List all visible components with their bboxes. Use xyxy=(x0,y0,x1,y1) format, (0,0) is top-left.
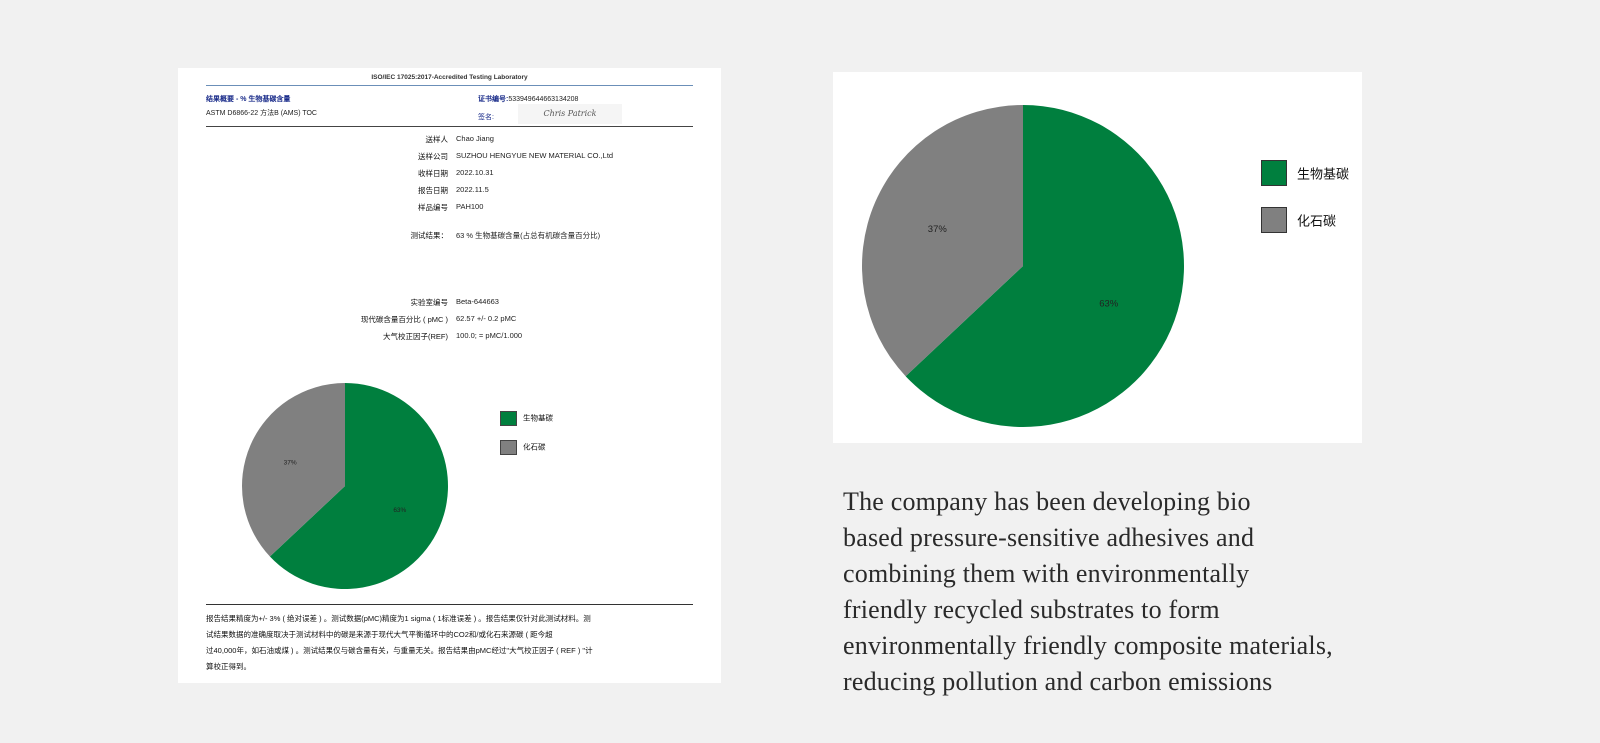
field-label: 送样公司 xyxy=(418,152,448,161)
field-row-lab-id: 实验室编号 Beta-644663 xyxy=(206,297,696,311)
field-row-pmc: 现代碳含量百分比 ( pMC ) 62.57 +/- 0.2 pMC xyxy=(206,314,696,328)
pie-data-label: 63% xyxy=(1099,298,1119,309)
field-row-report-date: 报告日期 2022.11.5 xyxy=(206,185,696,199)
field-value: 2022.10.31 xyxy=(456,168,494,177)
legend-item-bio: 生物基碳 xyxy=(500,411,553,433)
caption-line: The company has been developing bio xyxy=(843,487,1251,516)
note-line: 试结果数据的准确度取决于测试材料中的碳是来源于现代大气平衡循环中的CO2和/或化… xyxy=(206,630,553,639)
legend-swatch-bio xyxy=(1261,160,1287,186)
signature-label: 签名: xyxy=(478,114,494,121)
field-value: 100.0; = pMC/1.000 xyxy=(456,331,523,340)
legend-label: 化石碳 xyxy=(523,442,546,452)
field-value: Chao Jiang xyxy=(456,134,494,143)
section-divider xyxy=(206,126,693,127)
field-label: 大气校正因子(REF) xyxy=(383,332,448,341)
legend-label: 化石碳 xyxy=(1297,213,1337,229)
legend-swatch-fossil xyxy=(500,440,517,455)
caption-line: friendly recycled substrates to form xyxy=(843,595,1220,624)
caption-line: reducing pollution and carbon emissions xyxy=(843,667,1273,696)
pie-data-label: 37% xyxy=(928,224,948,235)
field-value: PAH100 xyxy=(456,202,484,211)
field-row-ref: 大气校正因子(REF) 100.0; = pMC/1.000 xyxy=(206,331,696,345)
field-label: 收样日期 xyxy=(418,169,448,178)
field-label: 报告日期 xyxy=(418,186,448,195)
note-line: 过40,000年，如石油或煤 ) 。测试结果仅与碳含量有关，与重量无关。报告结果… xyxy=(206,646,593,655)
field-label: 测试结果： xyxy=(410,231,449,240)
pie-chart-card: 63% 37% 生物基碳 化石碳 xyxy=(833,72,1362,443)
field-row-received-date: 收样日期 2022.10.31 xyxy=(206,168,696,182)
small-pie-legend: 生物基碳 化石碳 xyxy=(500,411,553,462)
note-line: 报告结果精度为+/- 3% ( 绝对误差 ) 。测试数据(pMC)精度为1 si… xyxy=(206,614,591,623)
field-label: 实验室编号 xyxy=(410,298,449,307)
note-line: 算校正得到。 xyxy=(206,662,251,671)
field-value: 2022.11.5 xyxy=(456,185,489,194)
field-row-sender: 送样人 Chao Jiang xyxy=(206,134,696,148)
large-pie-chart: 63% 37% xyxy=(862,105,1184,427)
caption-line: combining them with environmentally xyxy=(843,559,1250,588)
caption-line: environmentally friendly composite mater… xyxy=(843,631,1333,660)
signature-image: Chris Patrick xyxy=(518,104,622,124)
legend-item-bio: 生物基碳 xyxy=(1261,160,1349,188)
large-pie-legend: 生物基碳 化石碳 xyxy=(1261,160,1349,254)
legend-item-fossil: 化石碳 xyxy=(1261,207,1349,235)
test-report-document: ISO/IEC 17025:2017-Accredited Testing La… xyxy=(178,68,721,683)
pie-data-label: 37% xyxy=(284,459,297,466)
field-value: 62.57 +/- 0.2 pMC xyxy=(456,314,517,323)
report-notes: 报告结果精度为+/- 3% ( 绝对误差 ) 。测试数据(pMC)精度为1 si… xyxy=(206,611,693,675)
field-value: Beta-644663 xyxy=(456,297,499,306)
caption-line: based pressure-sensitive adhesives and xyxy=(843,523,1255,552)
field-value: SUZHOU HENGYUE NEW MATERIAL CO.,Ltd xyxy=(456,151,614,160)
certificate-value: 533949644663134208 xyxy=(508,96,579,103)
field-label: 现代碳含量百分比 ( pMC ) xyxy=(360,315,448,324)
header-divider xyxy=(206,85,693,86)
field-row-test-result: 测试结果： 63 % 生物基碳含量(占总有机碳含量百分比) xyxy=(206,230,696,244)
pie-data-label: 63% xyxy=(393,507,406,514)
small-pie-chart: 63% 37% xyxy=(242,383,448,589)
footer-divider xyxy=(206,604,693,605)
field-value: 63 % 生物基碳含量(占总有机碳含量百分比) xyxy=(456,231,601,240)
legend-item-fossil: 化石碳 xyxy=(500,440,553,462)
legend-label: 生物基碳 xyxy=(1297,166,1350,182)
field-row-company: 送样公司 SUZHOU HENGYUE NEW MATERIAL CO.,Ltd xyxy=(206,151,696,165)
field-row-sample-id: 样品编号 PAH100 xyxy=(206,202,696,216)
certificate-number: 证书编号:533949644663134208 xyxy=(478,94,578,104)
result-summary-title: 结果概要 - % 生物基碳含量 xyxy=(206,96,291,103)
field-label: 送样人 xyxy=(425,135,449,144)
legend-label: 生物基碳 xyxy=(523,413,553,423)
test-method: ASTM D6866-22 方法B (AMS) TOC xyxy=(206,110,317,117)
legend-swatch-fossil xyxy=(1261,207,1287,233)
company-description: The company has been developing bio base… xyxy=(843,484,1443,700)
legend-swatch-bio xyxy=(500,411,517,426)
field-label: 样品编号 xyxy=(418,203,448,212)
certificate-label: 证书编号: xyxy=(478,96,509,103)
